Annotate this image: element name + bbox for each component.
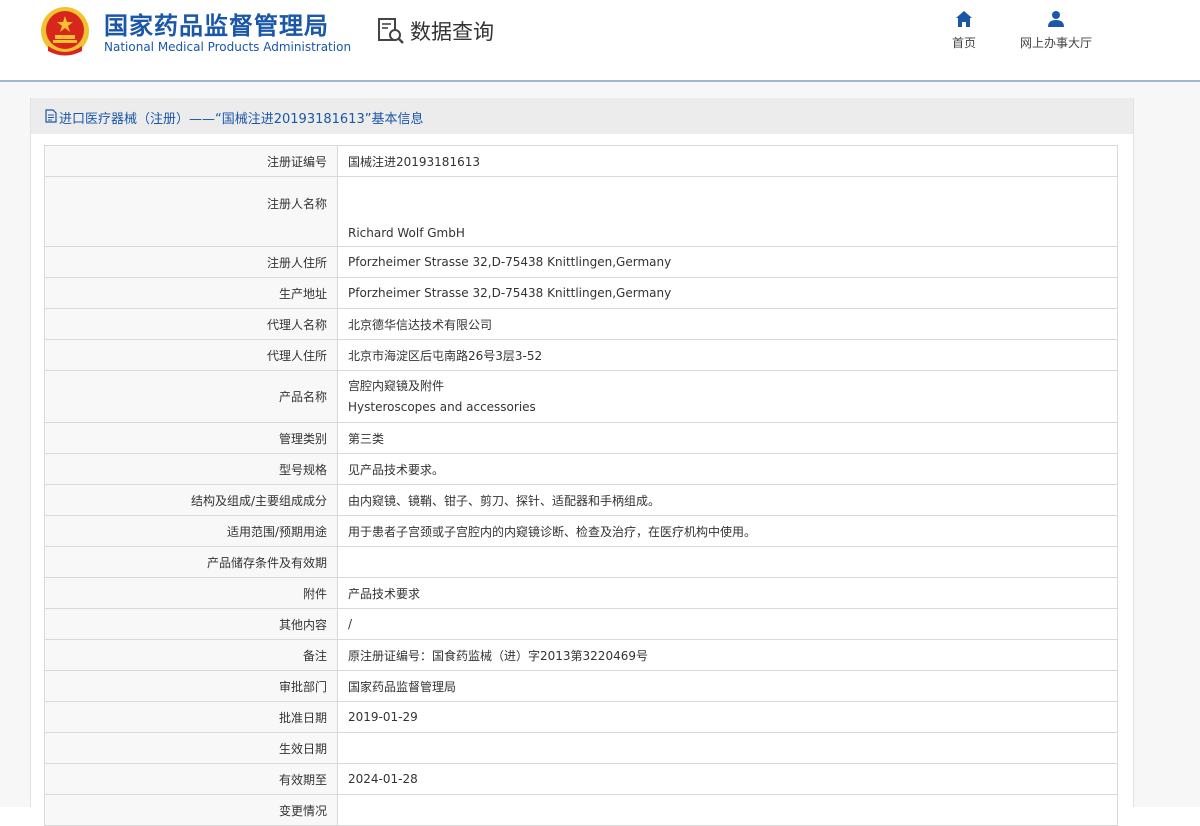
table-row: 型号规格 见产品技术要求。 <box>44 453 1118 485</box>
field-value: 2024-01-28 <box>337 763 1118 795</box>
user-icon <box>1048 11 1064 27</box>
table-row: 结构及组成/主要组成成分 由内窥镜、镜鞘、钳子、剪刀、探针、适配器和手柄组成。 <box>44 484 1118 516</box>
registration-info-table: 注册证编号 国械注进20193181613 注册人名称 Richard Wolf… <box>44 145 1118 826</box>
table-row: 产品储存条件及有效期 <box>44 546 1118 578</box>
table-row: 代理人名称 北京德华信达技术有限公司 <box>44 308 1118 340</box>
table-row: 产品名称 宫腔内窥镜及附件 Hysteroscopes and accessor… <box>44 370 1118 423</box>
detail-panel: 进口医疗器械（注册）——“国械注进20193181613”基本信息 注册证编号 … <box>30 98 1134 826</box>
table-row: 注册证编号 国械注进20193181613 <box>44 145 1118 177</box>
table-row: 管理类别 第三类 <box>44 422 1118 454</box>
table-row: 审批部门 国家药品监督管理局 <box>44 670 1118 702</box>
field-value: 国械注进20193181613 <box>337 145 1118 177</box>
national-emblem-icon <box>41 7 89 56</box>
logo-title-cn: 国家药品监督管理局 <box>104 12 329 40</box>
field-label: 生效日期 <box>44 732 338 764</box>
field-value-multiline: 宫腔内窥镜及附件 Hysteroscopes and accessories <box>337 370 1118 423</box>
field-value: 北京市海淀区后屯南路26号3层3-52 <box>337 339 1118 371</box>
field-value <box>337 732 1118 764</box>
field-value <box>337 546 1118 578</box>
panel-header: 进口医疗器械（注册）——“国械注进20193181613”基本信息 <box>31 98 1133 134</box>
table-row: 其他内容 / <box>44 608 1118 640</box>
product-name-en: Hysteroscopes and accessories <box>348 399 536 414</box>
table-row: 附件 产品技术要求 <box>44 577 1118 609</box>
field-label: 审批部门 <box>44 670 338 702</box>
field-label: 其他内容 <box>44 608 338 640</box>
home-icon <box>956 11 972 27</box>
field-value: 用于患者子宫颈或子宫腔内的内窥镜诊断、检查及治疗，在医疗机构中使用。 <box>337 515 1118 547</box>
field-label: 产品名称 <box>44 370 338 423</box>
field-value: Pforzheimer Strasse 32,D-75438 Knittling… <box>337 246 1118 278</box>
nav-home[interactable]: 首页 <box>948 10 980 51</box>
field-label: 产品储存条件及有效期 <box>44 546 338 578</box>
field-label: 附件 <box>44 577 338 609</box>
nav-home-label: 首页 <box>951 36 976 50</box>
data-query-title: 数据查询 <box>376 16 494 46</box>
field-label: 代理人名称 <box>44 308 338 340</box>
logo-title-en: National Medical Products Administration <box>104 40 352 54</box>
field-label: 注册人住所 <box>44 246 338 278</box>
field-label: 代理人住所 <box>44 339 338 371</box>
table-row: 备注 原注册证编号：国食药监械（进）字2013第3220469号 <box>44 639 1118 671</box>
table-row: 生产地址 Pforzheimer Strasse 32,D-75438 Knit… <box>44 277 1118 309</box>
field-label: 批准日期 <box>44 701 338 733</box>
field-value: 国家药品监督管理局 <box>337 670 1118 702</box>
field-value <box>337 794 1118 826</box>
document-search-icon <box>378 18 404 44</box>
table-row: 变更情况 <box>44 794 1118 826</box>
field-value: / <box>337 608 1118 640</box>
nav-online-service-hall[interactable]: 网上办事大厅 <box>1012 10 1100 51</box>
field-value: Pforzheimer Strasse 32,D-75438 Knittling… <box>337 277 1118 309</box>
field-label: 管理类别 <box>44 422 338 454</box>
field-value: Richard Wolf GmbH <box>337 176 1118 247</box>
data-query-label: 数据查询 <box>410 20 494 44</box>
field-label: 型号规格 <box>44 453 338 485</box>
top-header: 国家药品监督管理局 National Medical Products Admi… <box>0 0 1200 80</box>
field-label: 注册人名称 <box>44 176 338 247</box>
field-label: 生产地址 <box>44 277 338 309</box>
field-label: 注册证编号 <box>44 145 338 177</box>
field-label: 结构及组成/主要组成成分 <box>44 484 338 516</box>
panel-title: 进口医疗器械（注册）——“国械注进20193181613”基本信息 <box>59 112 424 127</box>
table-row: 有效期至 2024-01-28 <box>44 763 1118 795</box>
table-row: 适用范围/预期用途 用于患者子宫颈或子宫腔内的内窥镜诊断、检查及治疗，在医疗机构… <box>44 515 1118 547</box>
product-name-cn: 宫腔内窥镜及附件 <box>348 378 445 393</box>
table-row: 生效日期 <box>44 732 1118 764</box>
field-value: 由内窥镜、镜鞘、钳子、剪刀、探针、适配器和手柄组成。 <box>337 484 1118 516</box>
field-label: 有效期至 <box>44 763 338 795</box>
table-row: 注册人住所 Pforzheimer Strasse 32,D-75438 Kni… <box>44 246 1118 278</box>
field-value: 北京德华信达技术有限公司 <box>337 308 1118 340</box>
field-value: 产品技术要求 <box>337 577 1118 609</box>
document-icon <box>45 109 57 123</box>
field-value: 见产品技术要求。 <box>337 453 1118 485</box>
field-label: 变更情况 <box>44 794 338 826</box>
field-value: 原注册证编号：国食药监械（进）字2013第3220469号 <box>337 639 1118 671</box>
field-label: 备注 <box>44 639 338 671</box>
nav-online-service-hall-label: 网上办事大厅 <box>1019 36 1092 50</box>
field-value: 第三类 <box>337 422 1118 454</box>
table-row: 代理人住所 北京市海淀区后屯南路26号3层3-52 <box>44 339 1118 371</box>
field-label: 适用范围/预期用途 <box>44 515 338 547</box>
field-value: 2019-01-29 <box>337 701 1118 733</box>
table-row: 注册人名称 Richard Wolf GmbH <box>44 176 1118 247</box>
table-row: 批准日期 2019-01-29 <box>44 701 1118 733</box>
